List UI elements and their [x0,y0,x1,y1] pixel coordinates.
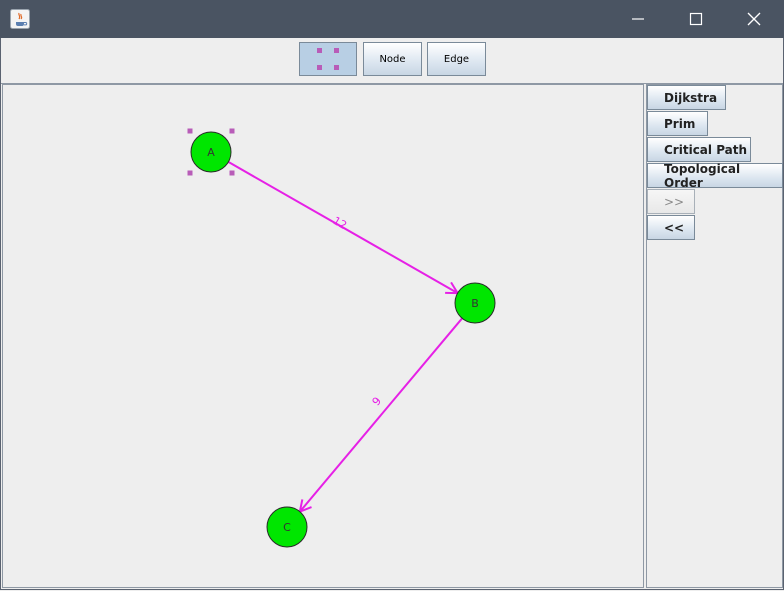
select-handles-icon [317,48,339,70]
selection-handle[interactable] [187,128,193,134]
select-tool-button[interactable] [299,42,357,76]
dijkstra-button[interactable]: Dijkstra [647,85,726,110]
next-step-button[interactable]: >> [647,189,695,214]
node-label: C [283,521,291,534]
previous-step-button[interactable]: << [647,215,695,240]
main-frame: Node Edge 12 6 ABC Dijkstra Prim Critical… [0,38,784,590]
topological-order-button[interactable]: Topological Order [647,162,783,190]
java-app-icon [10,9,30,29]
edge-tool-button[interactable]: Edge [427,42,486,76]
edge-B-C[interactable] [300,317,463,511]
node-label: A [207,146,215,159]
maximize-icon [689,12,703,26]
minimize-button[interactable] [609,0,667,38]
prim-button[interactable]: Prim [647,111,708,136]
algorithm-panel: Dijkstra Prim Critical Path Topological … [646,84,783,588]
close-button[interactable] [725,0,783,38]
critical-path-button[interactable]: Critical Path [647,137,751,162]
node-tool-button[interactable]: Node [363,42,422,76]
selection-handle[interactable] [229,170,235,176]
window-titlebar[interactable] [0,0,784,38]
selection-handle[interactable] [187,170,193,176]
graph-drawing[interactable]: 126 ABC [3,85,643,587]
close-icon [747,12,761,26]
edge-weight-label: 6 [369,394,383,408]
maximize-button[interactable] [667,0,725,38]
graph-canvas[interactable]: 12 6 ABC [2,84,644,588]
minimize-icon [632,18,644,20]
selection-handle[interactable] [229,128,235,134]
node-label: B [471,297,479,310]
toolbar: Node Edge [1,38,783,84]
